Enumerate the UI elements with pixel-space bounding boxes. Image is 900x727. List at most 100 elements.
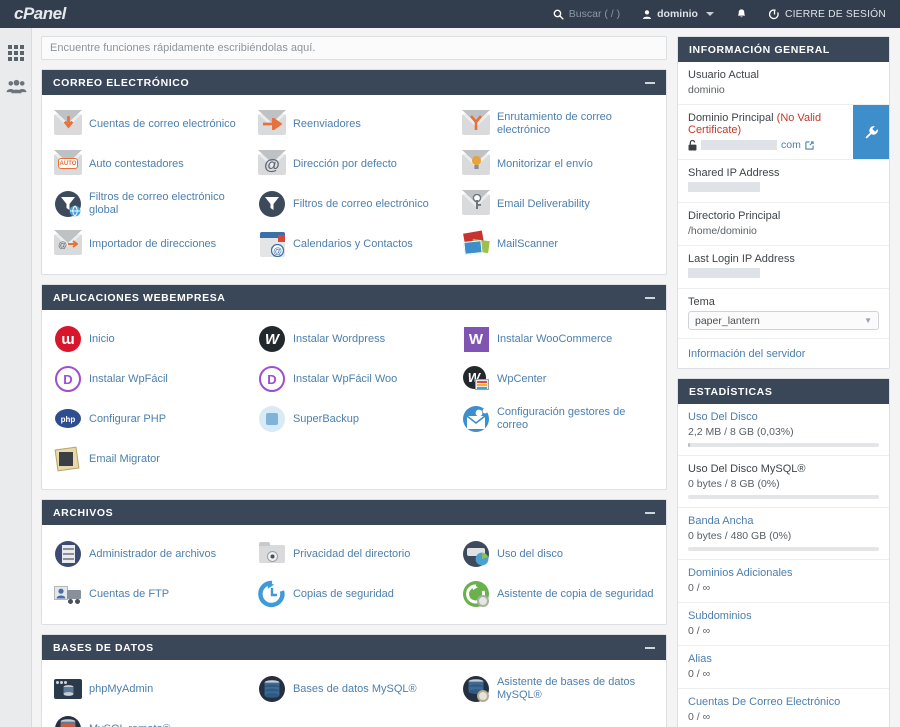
- stat-value: 0 bytes / 8 GB (0%): [688, 478, 780, 490]
- server-info-link[interactable]: Información del servidor: [688, 348, 805, 360]
- feature-ftp-accounts[interactable]: Cuentas de FTP: [48, 574, 252, 614]
- logout-icon: [768, 8, 779, 19]
- feature-backup-wizard[interactable]: Asistente de copia de seguridad: [456, 574, 660, 614]
- header-search[interactable]: Buscar ( / ): [542, 0, 631, 28]
- feature-email-deliverability[interactable]: Email Deliverability: [456, 184, 660, 224]
- section-header: ARCHIVOS: [42, 500, 666, 525]
- feature-autoresponders[interactable]: AUTO Auto contestadores: [48, 144, 252, 184]
- rail-item-apps[interactable]: [0, 36, 32, 70]
- stat-label[interactable]: Banda Ancha: [688, 515, 879, 527]
- feature-email-routing[interactable]: Enrutamiento de correo electrónico: [456, 104, 660, 144]
- feature-backups[interactable]: Copias de seguridad: [252, 574, 456, 614]
- cpanel-logo[interactable]: cPanel: [14, 4, 66, 24]
- mail-managers-icon: [462, 405, 490, 433]
- stat-label[interactable]: Uso Del Disco: [688, 411, 879, 423]
- stat-label[interactable]: Dominios Adicionales: [688, 567, 879, 579]
- feature-wpcenter[interactable]: W WpCenter: [456, 359, 660, 399]
- info-row-tema: Tema paper_lantern ▼: [678, 289, 889, 339]
- feature-superbackup[interactable]: SuperBackup: [252, 399, 456, 439]
- feature-install-wpfacil-woo[interactable]: D Instalar WpFácil Woo: [252, 359, 456, 399]
- domain-action-button[interactable]: [853, 105, 889, 159]
- feature-global-email-filters[interactable]: Filtros de correo electrónico global: [48, 184, 252, 224]
- feature-mail-managers[interactable]: Configuración gestores de correo: [456, 399, 660, 439]
- feature-default-address[interactable]: @ Dirección por defecto: [252, 144, 456, 184]
- section-header: APLICACIONES WEBEMPRESA: [42, 285, 666, 310]
- section-bases-de-datos: BASES DE DATOS phpMyAdmin Bases de datos…: [41, 634, 667, 727]
- header-search-placeholder: Buscar ( / ): [568, 8, 621, 20]
- header-notifications[interactable]: [725, 0, 758, 28]
- feature-mysql-databases[interactable]: Bases de datos MySQL®: [252, 669, 456, 709]
- feature-label: Reenviadores: [292, 117, 361, 130]
- feature-phpmyadmin[interactable]: phpMyAdmin: [48, 669, 252, 709]
- stat-label[interactable]: Subdominios: [688, 610, 879, 622]
- theme-select[interactable]: paper_lantern ▼: [688, 311, 879, 330]
- feature-label: SuperBackup: [292, 412, 360, 425]
- feature-label: Configurar PHP: [89, 412, 167, 425]
- info-value: /home/dominio: [688, 225, 757, 237]
- feature-remote-mysql[interactable]: MySQL remoto®: [48, 709, 252, 727]
- feature-search-input[interactable]: Encuentre funciones rápidamente escribié…: [41, 36, 667, 60]
- redacted-domain: [701, 140, 777, 150]
- minus-icon[interactable]: [645, 296, 655, 299]
- general-info-header: INFORMACIÓN GENERAL: [678, 37, 889, 62]
- feature-directory-privacy[interactable]: Privacidad del directorio: [252, 534, 456, 574]
- mysql-databases-icon: [258, 675, 286, 703]
- stat-progress-bar: [688, 443, 879, 447]
- info-row-directorio-principal: Directorio Principal /home/dominio: [678, 203, 889, 246]
- feature-email-filters[interactable]: Filtros de correo electrónico: [252, 184, 456, 224]
- section-correo-electronico: CORREO ELECTRÓNICO Cuentas de correo ele…: [41, 69, 667, 275]
- disk-usage-icon: [462, 540, 490, 568]
- external-link-icon[interactable]: [805, 140, 814, 150]
- woocommerce-icon: W: [462, 325, 490, 353]
- stat-label[interactable]: Cuentas De Correo Electrónico: [688, 696, 879, 708]
- feature-email-migrator[interactable]: Email Migrator: [48, 439, 252, 479]
- feature-label: Filtros de correo electrónico global: [89, 191, 225, 216]
- stat-progress-bar: [688, 495, 879, 499]
- general-info-panel: INFORMACIÓN GENERAL Usuario Actual domin…: [677, 36, 890, 369]
- main-column: Encuentre funciones rápidamente escribié…: [32, 28, 677, 727]
- info-row-dominio-principal: Dominio Principal (No Valid Certificate)…: [678, 105, 889, 160]
- feature-install-wordpress[interactable]: W Instalar Wordpress: [252, 319, 456, 359]
- user-icon: [643, 9, 652, 19]
- feature-install-woocommerce[interactable]: W Instalar WooCommerce: [456, 319, 660, 359]
- minus-icon[interactable]: [645, 81, 655, 84]
- feature-mysql-wizard[interactable]: Asistente de bases de datos MySQL®: [456, 669, 660, 709]
- feature-label: Uso del disco: [496, 547, 563, 560]
- minus-icon[interactable]: [645, 646, 655, 649]
- feature-label: Instalar Wordpress: [292, 332, 386, 345]
- stat-row-dominios-adicionales: Dominios Adicionales 0 / ∞: [678, 560, 889, 603]
- stat-label[interactable]: Alias: [688, 653, 879, 665]
- logout-button[interactable]: CIERRE DE SESIÓN: [758, 0, 900, 28]
- rail-item-users[interactable]: [0, 70, 32, 104]
- feature-label: WpCenter: [496, 372, 547, 385]
- file-manager-icon: [54, 540, 82, 568]
- stat-row-banda-ancha: Banda Ancha 0 bytes / 480 GB (0%): [678, 508, 889, 560]
- feature-install-wpfacil[interactable]: D Instalar WpFácil: [48, 359, 252, 399]
- theme-label: Tema: [688, 296, 715, 308]
- section-title: ARCHIVOS: [53, 506, 114, 519]
- default-address-icon: @: [257, 150, 286, 178]
- header-user-menu[interactable]: dominio: [631, 0, 725, 28]
- stat-value: 0 / ∞: [688, 668, 711, 680]
- feature-file-manager[interactable]: Administrador de archivos: [48, 534, 252, 574]
- section-header: CORREO ELECTRÓNICO: [42, 70, 666, 95]
- feature-webempresa-home[interactable]: ɯ Inicio: [48, 319, 252, 359]
- stat-row-subdominios: Subdominios 0 / ∞: [678, 603, 889, 646]
- feature-email-accounts[interactable]: Cuentas de correo electrónico: [48, 104, 252, 144]
- stat-value: 0 / ∞: [688, 582, 711, 594]
- feature-mailscanner[interactable]: MailScanner: [456, 224, 660, 264]
- domain-suffix[interactable]: com: [781, 139, 801, 151]
- feature-address-importer[interactable]: @ Importador de direcciones: [48, 224, 252, 264]
- feature-calendars-contacts[interactable]: @ Calendarios y Contactos: [252, 224, 456, 264]
- minus-icon[interactable]: [645, 511, 655, 514]
- feature-label: Calendarios y Contactos: [292, 237, 413, 250]
- feature-label: Dirección por defecto: [292, 157, 397, 170]
- feature-configure-php[interactable]: php Configurar PHP: [48, 399, 252, 439]
- feature-track-delivery[interactable]: Monitorizar el envío: [456, 144, 660, 184]
- feature-forwarders[interactable]: Reenviadores: [252, 104, 456, 144]
- backup-icon: [258, 580, 286, 608]
- feature-disk-usage[interactable]: Uso del disco: [456, 534, 660, 574]
- sidebar-column: INFORMACIÓN GENERAL Usuario Actual domin…: [677, 28, 900, 727]
- general-info-title: INFORMACIÓN GENERAL: [689, 43, 830, 56]
- search-icon: [553, 9, 564, 20]
